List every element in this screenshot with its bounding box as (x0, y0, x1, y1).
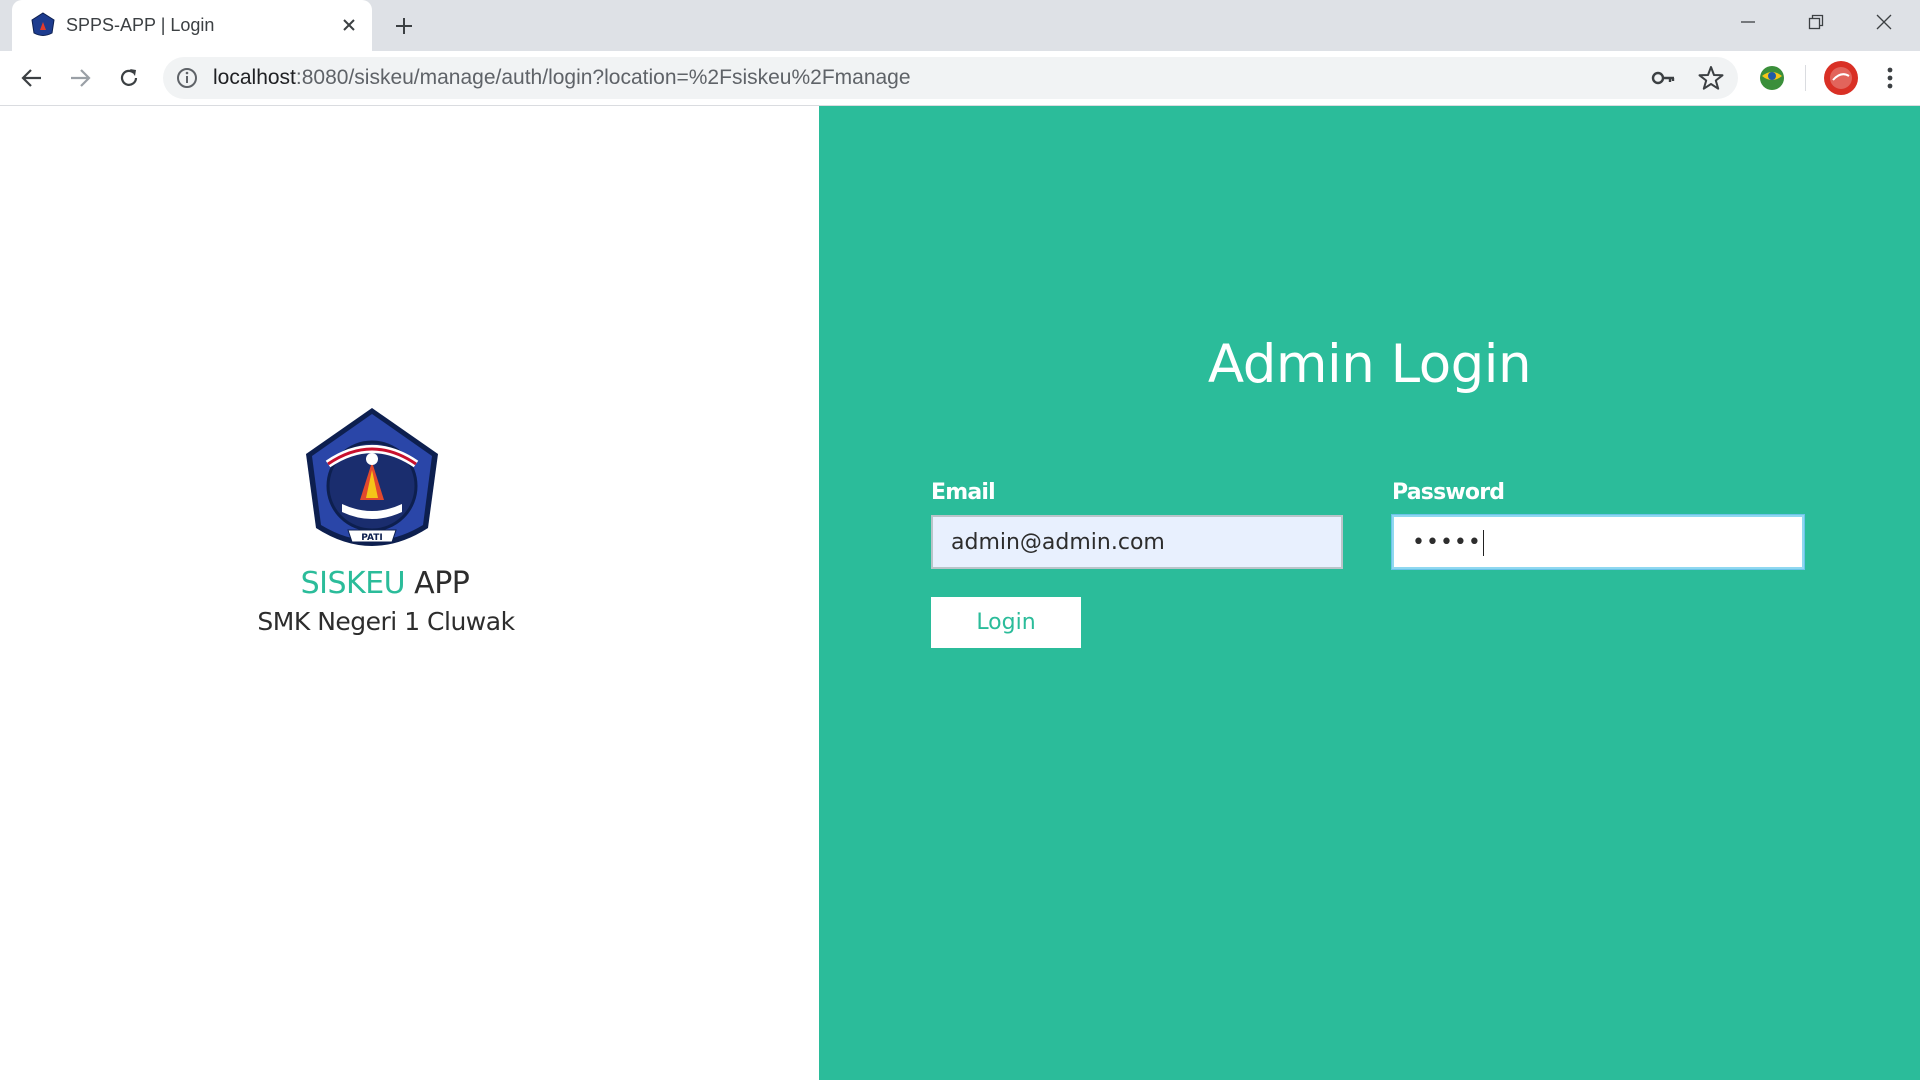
address-bar[interactable]: localhost:8080/siskeu/manage/auth/login?… (163, 57, 1738, 99)
toolbar-divider (1805, 65, 1806, 91)
kebab-menu-icon[interactable] (1872, 60, 1908, 96)
restore-icon[interactable] (1782, 0, 1850, 44)
email-label: Email (931, 480, 996, 505)
minimize-icon[interactable] (1714, 0, 1782, 44)
url-text[interactable]: localhost:8080/siskeu/manage/auth/login?… (213, 57, 911, 99)
close-icon[interactable] (1850, 0, 1918, 44)
text-caret (1482, 530, 1484, 556)
key-icon[interactable] (1650, 65, 1676, 91)
school-logo: PATI (306, 408, 438, 546)
browser-tab[interactable]: SPPS-APP | Login (12, 0, 372, 51)
password-label: Password (1392, 480, 1505, 505)
star-icon[interactable] (1698, 65, 1724, 91)
info-icon[interactable] (175, 66, 199, 90)
tab-title: SPPS-APP | Login (66, 15, 215, 35)
new-tab-icon[interactable] (390, 12, 418, 40)
login-panel: Admin Login Email Password admin@admin.c… (819, 106, 1920, 1080)
arrow-right-icon[interactable] (62, 60, 98, 96)
url-path: :8080/siskeu/manage/auth/login?location=… (295, 66, 911, 89)
brand-panel: PATI SISKEU APP SMK Negeri 1 Cluwak (0, 106, 819, 1080)
browser-toolbar: localhost:8080/siskeu/manage/auth/login?… (0, 51, 1920, 106)
browser-tabstrip: SPPS-APP | Login (0, 0, 1920, 51)
app-name-rest: APP (405, 566, 470, 601)
password-mask: ••••• (1412, 530, 1482, 555)
tab-close-icon[interactable] (338, 14, 360, 36)
page-title: Admin Login (1207, 334, 1532, 395)
app-name-accent: SISKEU (300, 566, 406, 601)
extension-icon[interactable] (1756, 62, 1788, 94)
url-host: localhost (213, 66, 296, 89)
email-field[interactable]: admin@admin.com (931, 515, 1343, 569)
logo-text: PATI (361, 533, 383, 543)
avatar[interactable] (1824, 61, 1858, 95)
reload-icon[interactable] (111, 60, 147, 96)
login-button[interactable]: Login (931, 597, 1081, 648)
school-crest-icon (31, 12, 55, 36)
arrow-left-icon[interactable] (14, 60, 50, 96)
password-field[interactable]: ••••• (1391, 514, 1805, 570)
school-name: SMK Negeri 1 Cluwak (257, 607, 515, 636)
app-name: SISKEU APP (0, 566, 770, 601)
